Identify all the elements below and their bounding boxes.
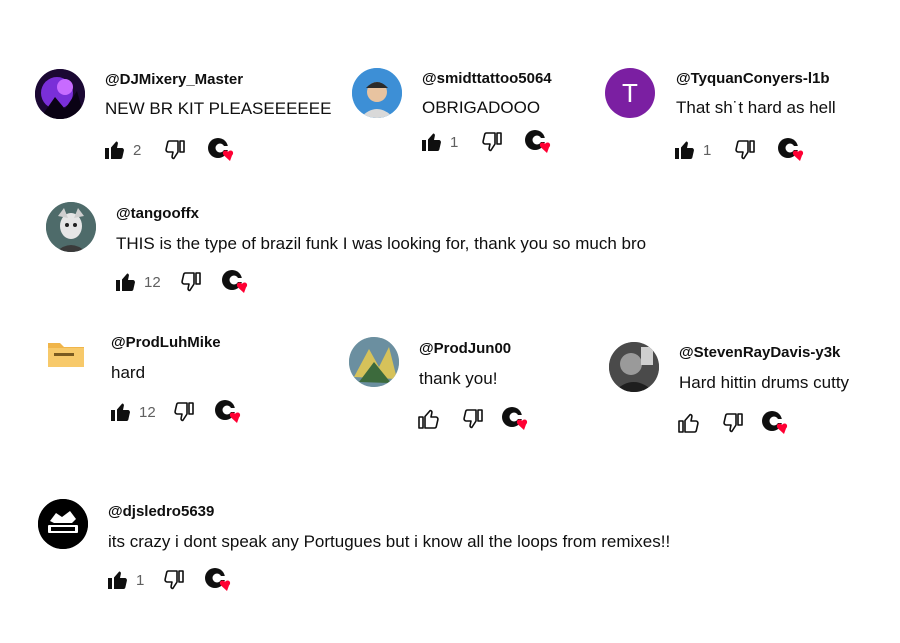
thumbs-up-filled-icon xyxy=(116,273,135,291)
like-count: 1 xyxy=(450,133,459,151)
creator-heart-badge xyxy=(501,405,531,433)
user-avatar[interactable] xyxy=(35,69,85,119)
sledro-logo-icon xyxy=(38,499,88,549)
comment-author[interactable]: @tangooffx xyxy=(116,205,199,222)
creator-heart-badge xyxy=(214,398,244,426)
creator-heart-badge xyxy=(221,268,251,296)
comment-text: its crazy i dont speak any Portugues but… xyxy=(108,532,671,551)
comment-author[interactable]: @StevenRayDavis-y3k xyxy=(679,344,840,361)
user-avatar[interactable] xyxy=(46,202,96,252)
user-avatar[interactable] xyxy=(41,328,91,378)
comment-text: NEW BR KIT PLEASEEEEEE xyxy=(105,99,332,118)
like-count: 12 xyxy=(144,273,161,291)
like-button[interactable] xyxy=(114,270,138,294)
thumbs-up-filled-icon xyxy=(422,133,441,151)
creator-heart-icon xyxy=(208,138,234,161)
like-button[interactable] xyxy=(677,411,701,435)
dislike-button[interactable] xyxy=(733,138,757,162)
avatar-letter: T xyxy=(622,77,638,108)
thumbs-down-icon xyxy=(723,413,743,433)
thumbs-up-icon xyxy=(678,413,699,433)
comment-text: OBRIGADOOO xyxy=(422,98,541,117)
creator-heart-icon xyxy=(214,400,240,423)
thumbs-down-icon xyxy=(180,272,201,292)
creator-heart-icon xyxy=(221,270,247,293)
creator-heart-icon xyxy=(525,130,551,153)
like-count: 2 xyxy=(133,141,142,159)
like-count: 1 xyxy=(136,571,145,589)
dislike-button[interactable] xyxy=(480,130,504,154)
creator-heart-badge xyxy=(761,409,791,437)
like-count: 1 xyxy=(703,141,712,159)
thumbs-down-icon xyxy=(173,402,194,422)
like-count: 12 xyxy=(139,403,156,421)
user-avatar[interactable] xyxy=(352,68,402,118)
user-avatar[interactable] xyxy=(609,342,659,392)
comment-author[interactable]: @ProdJun00 xyxy=(419,340,511,357)
thumbs-up-icon xyxy=(418,409,439,429)
comment-text: Hard hittin drums cutty xyxy=(679,373,850,392)
user-avatar[interactable] xyxy=(349,337,399,387)
like-button[interactable] xyxy=(106,568,130,592)
creator-heart-badge xyxy=(204,566,234,594)
comment-author[interactable]: @djsledro5639 xyxy=(108,503,214,520)
thumbs-down-icon xyxy=(482,132,503,152)
user-avatar[interactable] xyxy=(38,499,88,549)
comment-text: thank you! xyxy=(419,369,498,388)
comment-author[interactable]: @DJMixery_Master xyxy=(105,71,243,88)
thumbs-up-filled-icon xyxy=(105,141,124,159)
dislike-button[interactable] xyxy=(461,407,485,431)
comment-author[interactable]: @TyquanConyers-l1b xyxy=(676,70,830,87)
like-button[interactable] xyxy=(109,400,133,424)
user-avatar[interactable]: T xyxy=(605,68,655,118)
thumbs-up-filled-icon xyxy=(111,403,130,421)
creator-heart-icon xyxy=(205,568,231,591)
dislike-button[interactable] xyxy=(179,270,203,294)
creator-heart-badge xyxy=(524,128,554,156)
like-button[interactable] xyxy=(420,130,444,154)
creator-heart-icon xyxy=(778,138,804,161)
thumbs-up-filled-icon xyxy=(675,141,694,159)
creator-heart-badge xyxy=(777,136,807,164)
comment-author[interactable]: @smidttattoo5064 xyxy=(422,70,552,87)
like-button[interactable] xyxy=(673,138,697,162)
comment-text: That sh˙t hard as hell xyxy=(676,98,836,117)
dislike-button[interactable] xyxy=(163,138,187,162)
thumbs-down-icon xyxy=(463,409,483,429)
dislike-button[interactable] xyxy=(721,411,745,435)
folder-icon xyxy=(48,343,84,367)
dislike-button[interactable] xyxy=(172,400,196,424)
comment-text: hard xyxy=(111,363,146,382)
creator-heart-icon xyxy=(762,411,788,434)
like-button[interactable] xyxy=(103,138,127,162)
comment-text: THIS is the type of brazil funk I was lo… xyxy=(116,234,647,253)
like-button[interactable] xyxy=(417,407,441,431)
thumbs-down-icon xyxy=(164,570,185,590)
creator-heart-badge xyxy=(207,136,237,164)
dislike-button[interactable] xyxy=(162,568,186,592)
creator-heart-icon xyxy=(502,407,528,430)
thumbs-down-icon xyxy=(735,140,756,160)
comment-author[interactable]: @ProdLuhMike xyxy=(111,334,221,351)
thumbs-up-filled-icon xyxy=(108,571,127,589)
thumbs-down-icon xyxy=(165,140,186,160)
